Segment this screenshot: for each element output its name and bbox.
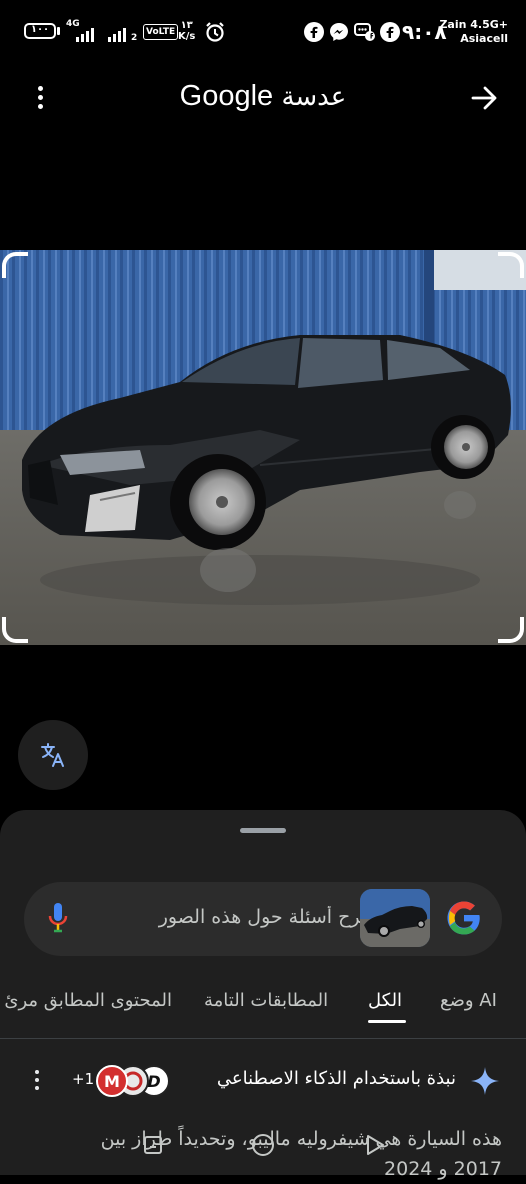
active-tab-indicator bbox=[368, 1020, 406, 1023]
volte-badge: VoLTE bbox=[143, 24, 179, 40]
battery-level: ١٠٠ bbox=[30, 24, 50, 35]
lens-label: عدسة bbox=[281, 82, 347, 112]
battery-icon: ١٠٠ bbox=[24, 23, 56, 39]
divider bbox=[0, 1038, 526, 1039]
facebook-icon bbox=[304, 22, 324, 46]
sim1-signal-icon: 4G bbox=[66, 20, 94, 42]
carrier-info: Zain 4.5G+ Asiacell bbox=[439, 18, 508, 46]
facebook-icon bbox=[380, 22, 400, 46]
mic-icon[interactable] bbox=[44, 900, 72, 940]
search-input[interactable]: طرح أسئلة حول هذه الصور bbox=[126, 906, 376, 928]
ai-overview-label: نبذة باستخدام الذكاء الاصطناعي bbox=[216, 1068, 456, 1089]
image-thumbnail[interactable] bbox=[360, 889, 430, 947]
ai-overview-menu-button[interactable] bbox=[32, 1070, 42, 1094]
svg-text:M: M bbox=[104, 1072, 120, 1091]
sim2-index: 2 bbox=[131, 33, 138, 43]
translate-icon bbox=[41, 743, 64, 767]
source-logos[interactable]: D M bbox=[96, 1064, 172, 1098]
recents-button[interactable] bbox=[142, 1134, 164, 1160]
sparkle-icon bbox=[470, 1066, 500, 1100]
crop-corner[interactable] bbox=[2, 252, 28, 278]
ai-overview-header[interactable]: نبذة باستخدام الذكاء الاصطناعي D M +1 bbox=[0, 1058, 526, 1104]
search-image[interactable] bbox=[0, 250, 526, 645]
result-tabs: وضع AI الكل المطابقات التامة المحتوى الم… bbox=[0, 980, 526, 1030]
tab-all[interactable]: الكل bbox=[368, 990, 402, 1011]
messenger-icon bbox=[329, 22, 349, 46]
carrier-2: Asiacell bbox=[460, 32, 508, 45]
back-nav-button[interactable] bbox=[362, 1132, 388, 1162]
crop-corner[interactable] bbox=[498, 252, 524, 278]
more-vert-icon bbox=[32, 1070, 42, 1090]
google-logo: Google bbox=[179, 80, 274, 112]
speed-unit: K/s bbox=[178, 31, 196, 42]
home-button[interactable] bbox=[250, 1132, 276, 1162]
svg-text:D: D bbox=[147, 1072, 160, 1091]
carrier-1: Zain 4.5G+ bbox=[439, 18, 508, 31]
chat-icon bbox=[354, 22, 376, 46]
translate-button[interactable] bbox=[18, 720, 88, 790]
google-g-icon[interactable] bbox=[446, 900, 482, 940]
system-nav-bar bbox=[0, 1118, 526, 1175]
arrow-forward-icon bbox=[471, 86, 497, 110]
car-photo bbox=[0, 250, 526, 645]
network-speed: ١٣ K/s bbox=[178, 20, 195, 42]
drag-handle[interactable] bbox=[240, 828, 286, 833]
page-title: Google عدسة bbox=[0, 80, 526, 113]
sim2-signal-icon bbox=[108, 26, 126, 42]
alarm-icon bbox=[204, 21, 226, 47]
tab-ai-mode[interactable]: وضع AI bbox=[440, 990, 497, 1011]
tab-visual-matches[interactable]: المحتوى المطابق مرئ bbox=[0, 990, 172, 1011]
crop-corner[interactable] bbox=[2, 617, 28, 643]
speed-value: ١٣ bbox=[180, 20, 193, 31]
forward-button[interactable] bbox=[470, 84, 500, 112]
tab-exact-matches[interactable]: المطابقات التامة bbox=[204, 990, 328, 1011]
status-bar: ١٠٠ 4G 2 VoLTE ١٣ K/s ٩:٠٨ Zain 4.5G+ As… bbox=[0, 0, 526, 60]
sources-count: +1 bbox=[72, 1070, 95, 1088]
